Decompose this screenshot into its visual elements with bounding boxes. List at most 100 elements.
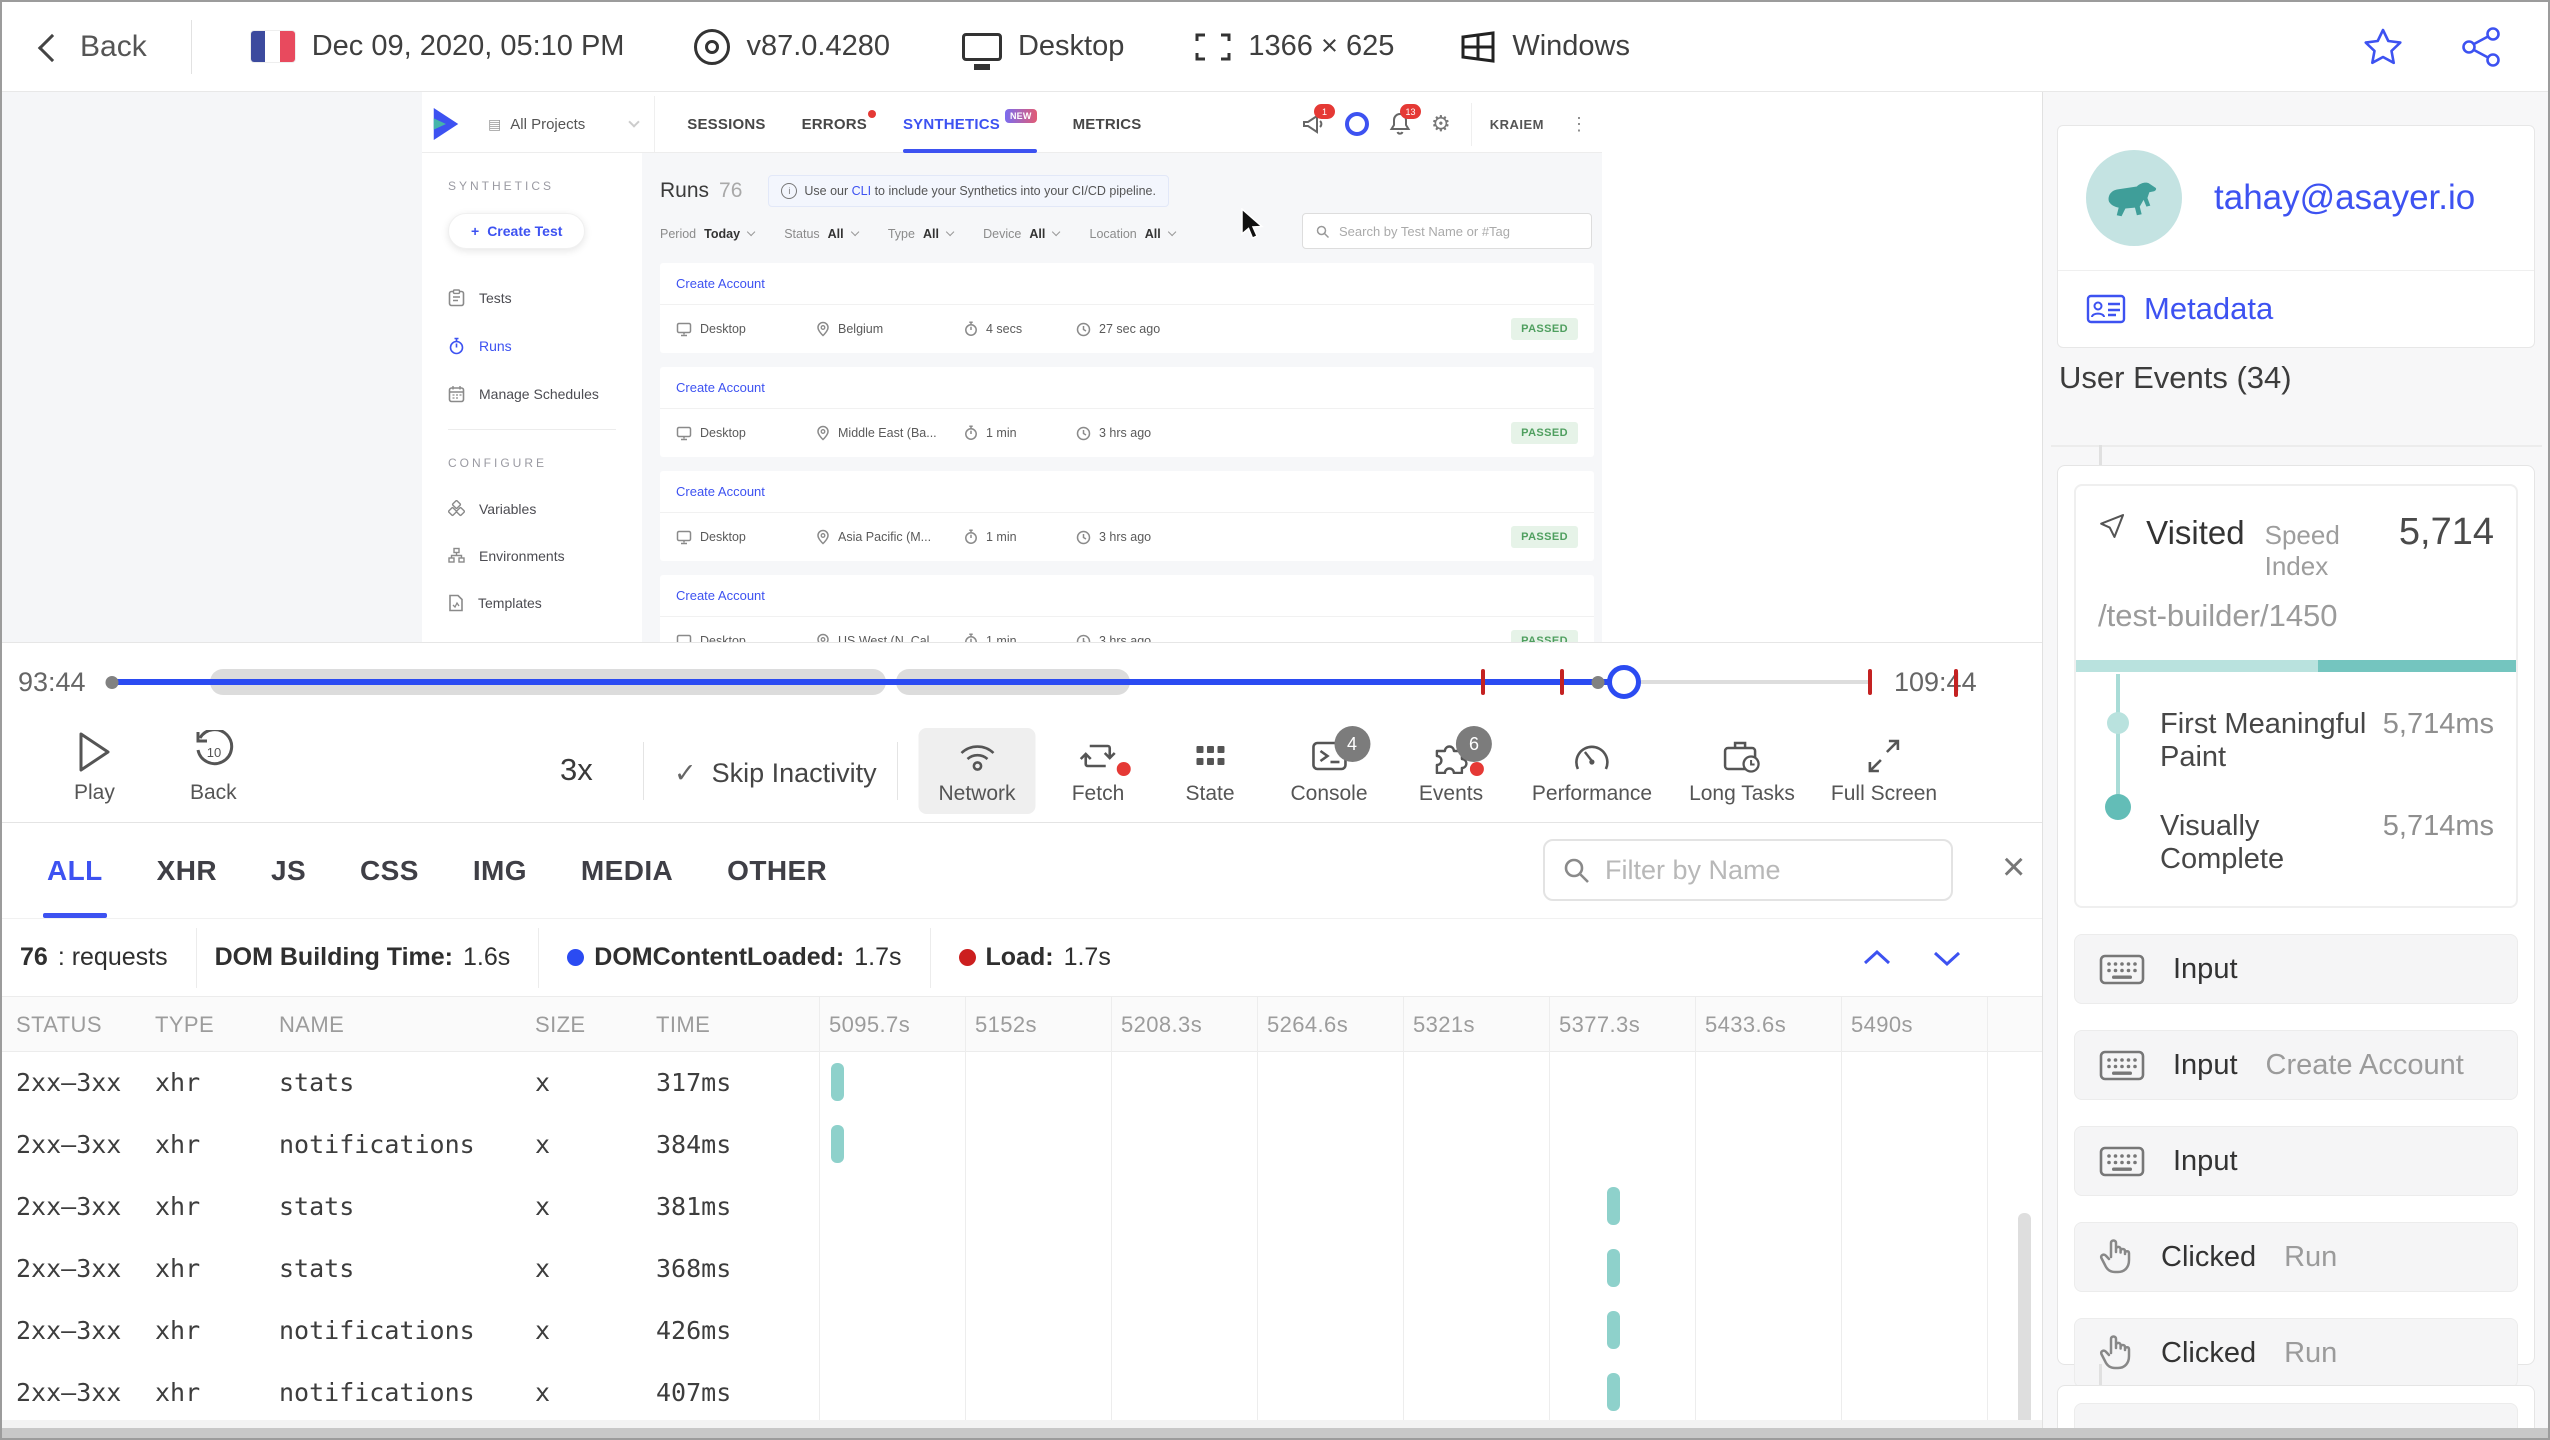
progress-light-segment <box>2076 660 2318 672</box>
event-item-clicked[interactable]: Clicked Run <box>2074 1318 2518 1388</box>
stage-background <box>2 92 422 642</box>
vertical-scrollbar[interactable] <box>2018 1213 2031 1438</box>
gridline <box>1987 997 1988 1051</box>
back-10s-button[interactable]: 10 Back <box>190 730 237 805</box>
panel-button-events[interactable]: 6 Events <box>1399 726 1503 814</box>
request-row[interactable]: 2xx–3xx xhr notifications x 407ms <box>2 1361 2042 1423</box>
clipboard-icon <box>448 289 465 307</box>
panel-button-state[interactable]: State <box>1165 728 1254 814</box>
playhead[interactable] <box>1606 665 1641 699</box>
run-name-link[interactable]: Create Account <box>660 471 1594 513</box>
user-email[interactable]: tahay@asayer.io <box>2214 178 2475 218</box>
create-test-button[interactable]: + Create Test <box>448 213 586 249</box>
event-item-clicked[interactable]: Clicked Run <box>2074 1222 2518 1292</box>
event-item-input[interactable]: Input Create Account <box>2074 1030 2518 1100</box>
filter-type[interactable]: Type All <box>888 227 955 241</box>
timeline-track[interactable] <box>105 665 1872 699</box>
time-tick: 5208.3s <box>1121 1012 1203 1037</box>
window-bottom-scrollbar[interactable] <box>2 1428 2548 1438</box>
app-tab-synthetics[interactable]: SYNTHETICS NEW <box>902 96 1037 153</box>
app-tab-sessions[interactable]: SESSIONS <box>687 96 765 152</box>
network-tab-media[interactable]: MEDIA <box>581 823 673 918</box>
share-icon[interactable] <box>2460 26 2502 67</box>
filter-location[interactable]: Location All <box>1090 227 1177 241</box>
column-header-status[interactable]: STATUS <box>16 1012 102 1038</box>
settings-gear-icon[interactable]: ⚙ <box>1431 111 1451 137</box>
chevron-down-icon <box>850 228 860 237</box>
panel-button-console[interactable]: 4 Console <box>1270 726 1387 814</box>
panel-button-fetch[interactable]: Fetch <box>1052 728 1145 814</box>
back-label: Back <box>80 29 147 63</box>
runs-count: 76 <box>719 179 743 202</box>
metadata-button[interactable]: Metadata <box>2058 270 2534 347</box>
network-filter-input[interactable]: Filter by Name <box>1543 839 1953 901</box>
close-panel-icon[interactable]: × <box>2002 847 2025 887</box>
sidebar-item-variables[interactable]: Variables <box>448 500 642 517</box>
panel-button-performance[interactable]: Performance <box>1512 728 1672 814</box>
visited-event-card[interactable]: Visited Speed Index 5,714 /test-builder/… <box>2074 484 2518 908</box>
run-name-link[interactable]: Create Account <box>660 263 1594 305</box>
event-item-input[interactable]: Input <box>2074 934 2518 1004</box>
sidebar-item-environments[interactable]: Environments <box>448 547 642 564</box>
cli-link[interactable]: CLI <box>852 184 871 198</box>
panel-button-network[interactable]: Network <box>918 728 1036 814</box>
event-item-input[interactable]: Input <box>2074 1126 2518 1196</box>
request-row[interactable]: 2xx–3xx xhr notifications x 384ms <box>2 1113 2042 1175</box>
run-name-link[interactable]: Create Account <box>660 367 1594 409</box>
chevron-down-icon <box>746 228 756 237</box>
network-tab-js[interactable]: JS <box>271 823 306 918</box>
network-tab-img[interactable]: IMG <box>473 823 527 918</box>
panel-button-long-tasks[interactable]: Long Tasks <box>1669 728 1815 814</box>
time-tick: 5095.7s <box>829 1012 911 1037</box>
sidebar-item-manage-schedules[interactable]: Manage Schedules <box>448 385 642 403</box>
app-tab-errors[interactable]: ERRORS <box>802 96 876 152</box>
request-row[interactable]: 2xx–3xx xhr notifications x 426ms <box>2 1299 2042 1361</box>
clock-icon <box>1076 426 1091 441</box>
run-location: Asia Pacific (M... <box>816 529 964 545</box>
request-time: 384ms <box>656 1130 732 1159</box>
favorite-star-icon[interactable] <box>2362 27 2404 67</box>
divider <box>643 742 644 800</box>
prev-request-icon[interactable] <box>1860 946 1894 970</box>
notifications-bell-icon[interactable]: 13 <box>1389 104 1421 136</box>
panel-button-full-screen[interactable]: Full Screen <box>1811 728 1957 814</box>
skip-inactivity-toggle[interactable]: ✓ Skip Inactivity <box>674 758 877 789</box>
column-header-name[interactable]: NAME <box>279 1012 344 1038</box>
clock-icon <box>1076 530 1091 545</box>
request-row[interactable]: 2xx–3xx xhr stats x 368ms <box>2 1237 2042 1299</box>
visited-url: /test-builder/1450 <box>2098 598 2338 633</box>
more-menu-icon[interactable]: ⋮ <box>1570 114 1588 135</box>
filter-device[interactable]: Device All <box>983 227 1061 241</box>
chevron-down-icon <box>1167 228 1177 237</box>
announcements-icon[interactable]: 1 <box>1301 104 1335 136</box>
run-name-link[interactable]: Create Account <box>660 575 1594 617</box>
project-selector[interactable]: ▤ All Projects <box>472 96 656 152</box>
run-card: Create Account Desktop Belgium 4 secs 27 sec… <box>660 263 1594 353</box>
app-username[interactable]: KRAIEM <box>1470 102 1550 146</box>
column-header-time[interactable]: TIME <box>656 1012 710 1038</box>
sidebar-item-templates[interactable]: Templates <box>448 594 642 612</box>
request-row[interactable]: 2xx–3xx xhr stats x 317ms <box>2 1051 2042 1113</box>
request-type: xhr <box>155 1316 201 1345</box>
run-location: US West (N. Cal... <box>816 633 964 642</box>
network-tab-css[interactable]: CSS <box>360 823 419 918</box>
sidebar-item-runs[interactable]: Runs <box>448 337 642 355</box>
app-tab-metrics[interactable]: METRICS <box>1073 96 1142 152</box>
sidebar-item-tests[interactable]: Tests <box>448 289 642 307</box>
play-button[interactable]: Play <box>74 730 115 805</box>
column-header-size[interactable]: SIZE <box>535 1012 586 1038</box>
metric-dot <box>958 949 976 966</box>
next-request-icon[interactable] <box>1930 946 1964 970</box>
network-tab-all[interactable]: ALL <box>43 823 107 918</box>
run-search-input[interactable]: Search by Test Name or #Tag <box>1302 213 1592 249</box>
playback-speed-button[interactable]: 3x <box>560 752 593 788</box>
filter-period[interactable]: Period Today <box>660 227 756 241</box>
gridline <box>1403 997 1404 1051</box>
request-row[interactable]: 2xx–3xx xhr stats x 381ms <box>2 1175 2042 1237</box>
back-button[interactable]: Back <box>2 30 191 64</box>
network-tab-other[interactable]: OTHER <box>727 823 827 918</box>
filter-status[interactable]: Status All <box>784 227 860 241</box>
divider <box>2051 445 2542 447</box>
network-tab-xhr[interactable]: XHR <box>157 823 217 918</box>
column-header-type[interactable]: TYPE <box>155 1012 214 1038</box>
